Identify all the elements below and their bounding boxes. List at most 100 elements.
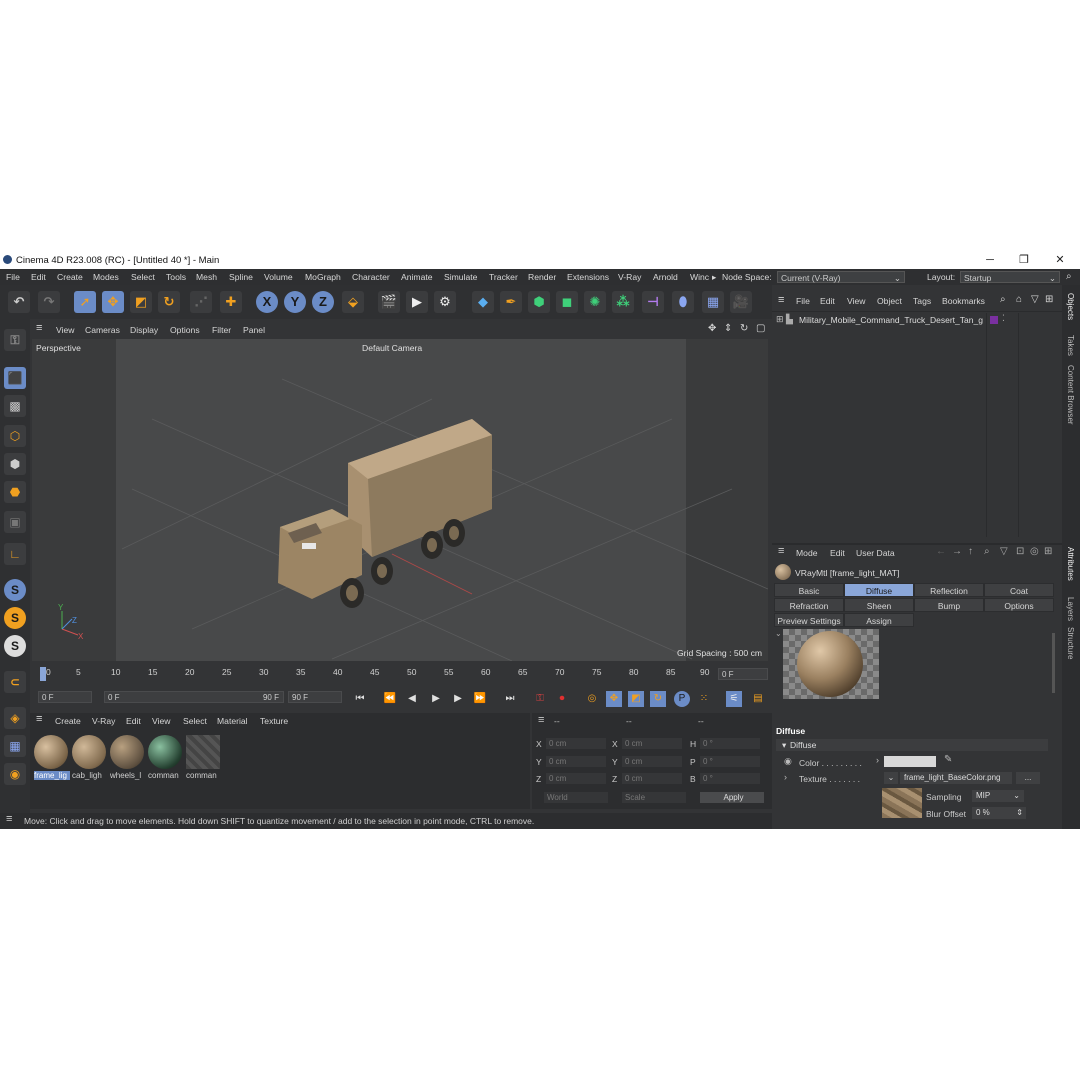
viewport-menu-panel[interactable]: Panel bbox=[243, 325, 265, 335]
viewport-maximize-icon[interactable]: ▢ bbox=[756, 323, 765, 334]
eyedropper-icon[interactable]: ✎ bbox=[944, 754, 952, 765]
rotate-tool-button[interactable]: ↻ bbox=[158, 291, 180, 313]
texture-filename-field[interactable]: frame_light_BaseColor.png bbox=[900, 772, 1012, 784]
side-tab-takes[interactable]: Takes bbox=[1066, 335, 1075, 356]
viewport-menu-display[interactable]: Display bbox=[130, 325, 158, 335]
side-tab-objects[interactable]: Objects bbox=[1066, 293, 1075, 320]
rotation-p-field[interactable]: 0 ° bbox=[700, 756, 760, 767]
edge-mode-button[interactable]: ⬢ bbox=[4, 453, 26, 475]
menu-overflow-icon[interactable]: ▸ bbox=[712, 272, 716, 283]
attr-menu-mode[interactable]: Mode bbox=[796, 548, 818, 558]
material-swatch[interactable]: frame_lig bbox=[34, 735, 70, 780]
pen-spline-button[interactable]: ✒ bbox=[500, 291, 522, 313]
menu-animate[interactable]: Animate bbox=[401, 272, 433, 282]
new-window-icon[interactable]: ⊞ bbox=[1045, 294, 1053, 305]
apply-button[interactable]: Apply bbox=[700, 792, 764, 803]
viewport-move-icon[interactable]: ✥ bbox=[708, 323, 716, 334]
object-name[interactable]: Military_Mobile_Command_Truck_Desert_Tan… bbox=[799, 315, 984, 325]
size-z-field[interactable]: 0 cm bbox=[622, 773, 682, 784]
add-tool-button[interactable]: ✚ bbox=[220, 291, 242, 313]
snap-button[interactable]: S bbox=[4, 579, 26, 601]
material-menu-select[interactable]: Select bbox=[183, 716, 207, 726]
menu-spline[interactable]: Spline bbox=[229, 272, 253, 282]
hamburger-icon[interactable]: ≡ bbox=[538, 714, 544, 726]
color-swatch[interactable] bbox=[884, 756, 936, 767]
interpolation-button[interactable]: ⚟ bbox=[726, 691, 742, 707]
search-icon[interactable]: ⌕ bbox=[1000, 294, 1006, 305]
previous-key-button[interactable]: ⏪ bbox=[382, 691, 398, 707]
tab-sheen[interactable]: Sheen bbox=[844, 598, 914, 612]
record-parameter-button[interactable]: P bbox=[674, 691, 690, 707]
hamburger-icon[interactable]: ≡ bbox=[778, 294, 784, 306]
go-to-end-button[interactable]: ⏭ bbox=[502, 691, 518, 707]
current-frame-field[interactable]: 0 F bbox=[718, 668, 768, 680]
preview-range-slider[interactable]: 0 F 90 F bbox=[104, 691, 284, 703]
material-menu-vray[interactable]: V-Ray bbox=[92, 716, 115, 726]
make-editable-button[interactable]: ⚿ bbox=[4, 329, 26, 351]
up-arrow-icon[interactable]: ↑ bbox=[968, 546, 973, 557]
attr-menu-user-data[interactable]: User Data bbox=[856, 548, 895, 558]
back-arrow-icon[interactable]: ← bbox=[936, 546, 946, 557]
hamburger-icon[interactable]: ≡ bbox=[36, 713, 42, 725]
timeline-ruler[interactable]: 0 5 10 15 20 25 30 35 40 45 50 55 60 65 … bbox=[30, 663, 770, 685]
layer-color-swatch[interactable] bbox=[990, 316, 998, 324]
scale-tool-button[interactable]: ◩ bbox=[130, 291, 152, 313]
y-axis-button[interactable]: Y bbox=[284, 291, 306, 313]
filter-icon[interactable]: ▽ bbox=[1031, 294, 1039, 305]
close-button[interactable]: ✕ bbox=[1050, 252, 1070, 268]
workplane-button[interactable]: ◈ bbox=[4, 707, 26, 729]
size-x-field[interactable]: 0 cm bbox=[622, 738, 682, 749]
lock-icon[interactable]: ⊡ bbox=[1016, 546, 1024, 557]
viewport-menu-view[interactable]: View bbox=[56, 325, 74, 335]
hamburger-icon[interactable]: ≡ bbox=[6, 813, 12, 825]
menu-file[interactable]: File bbox=[6, 272, 20, 282]
scrollbar[interactable] bbox=[1052, 633, 1055, 693]
object-menu-object[interactable]: Object bbox=[877, 296, 902, 306]
viewport-rotate-icon[interactable]: ↻ bbox=[740, 323, 748, 334]
material-preview-large[interactable] bbox=[783, 629, 879, 699]
side-tab-attributes[interactable]: Attributes bbox=[1066, 547, 1075, 581]
node-space-dropdown[interactable]: Current (V-Ray) ⌄ bbox=[777, 271, 905, 283]
render-picture-viewer-button[interactable]: ▶ bbox=[406, 291, 428, 313]
record-active-button[interactable]: ⚿ bbox=[532, 691, 548, 707]
diffuse-group-header[interactable]: ▾ Diffuse bbox=[776, 739, 1048, 751]
tab-bump[interactable]: Bump bbox=[914, 598, 984, 612]
menu-extensions[interactable]: Extensions bbox=[567, 272, 609, 282]
snap-settings-button[interactable]: S bbox=[4, 607, 26, 629]
position-x-field[interactable]: 0 cm bbox=[546, 738, 606, 749]
model-mode-button[interactable]: ⬛ bbox=[4, 367, 26, 389]
coordinate-system-button[interactable]: ⬙ bbox=[342, 291, 364, 313]
object-menu-edit[interactable]: Edit bbox=[820, 296, 835, 306]
end-frame-field[interactable]: 90 F bbox=[288, 691, 342, 703]
subdivision-button[interactable]: ⬢ bbox=[528, 291, 550, 313]
viewport-menu-options[interactable]: Options bbox=[170, 325, 200, 335]
menu-window[interactable]: Winc bbox=[690, 272, 709, 282]
move-tool-button[interactable]: ✥ bbox=[102, 291, 124, 313]
collapse-preview-icon[interactable]: ⌄ bbox=[775, 629, 782, 638]
tab-basic[interactable]: Basic bbox=[774, 583, 844, 597]
material-menu-view[interactable]: View bbox=[152, 716, 170, 726]
search-icon[interactable]: ⌕ bbox=[1066, 271, 1072, 282]
extrude-button[interactable]: ◼ bbox=[556, 291, 578, 313]
viewport-menu-cameras[interactable]: Cameras bbox=[85, 325, 120, 335]
home-icon[interactable]: ⌂ bbox=[1016, 294, 1022, 305]
object-menu-file[interactable]: File bbox=[796, 296, 810, 306]
menu-render[interactable]: Render bbox=[528, 272, 556, 282]
tab-coat[interactable]: Coat bbox=[984, 583, 1054, 597]
record-scale-button[interactable]: ◩ bbox=[628, 691, 644, 707]
filter-icon[interactable]: ▽ bbox=[1000, 546, 1008, 557]
side-tab-structure[interactable]: Structure bbox=[1066, 627, 1075, 659]
viewport-camera-label[interactable]: Default Camera bbox=[362, 343, 422, 353]
rotation-b-field[interactable]: 0 ° bbox=[700, 773, 760, 784]
live-selection-button[interactable]: ➚ bbox=[74, 291, 96, 313]
rotation-h-field[interactable]: 0 ° bbox=[700, 738, 760, 749]
record-rotation-button[interactable]: ↻ bbox=[650, 691, 666, 707]
deformer-button[interactable]: ⊣ bbox=[642, 291, 664, 313]
recent-tool-button[interactable]: ⋰ bbox=[190, 291, 212, 313]
target-icon[interactable]: ◎ bbox=[1030, 546, 1039, 557]
render-view-button[interactable]: 🎬 bbox=[378, 291, 400, 313]
menu-tracker[interactable]: Tracker bbox=[489, 272, 518, 282]
viewport-zoom-icon[interactable]: ⇕ bbox=[724, 323, 732, 334]
keyframe-selection-button[interactable]: ◎ bbox=[584, 691, 600, 707]
forward-arrow-icon[interactable]: → bbox=[952, 546, 962, 557]
